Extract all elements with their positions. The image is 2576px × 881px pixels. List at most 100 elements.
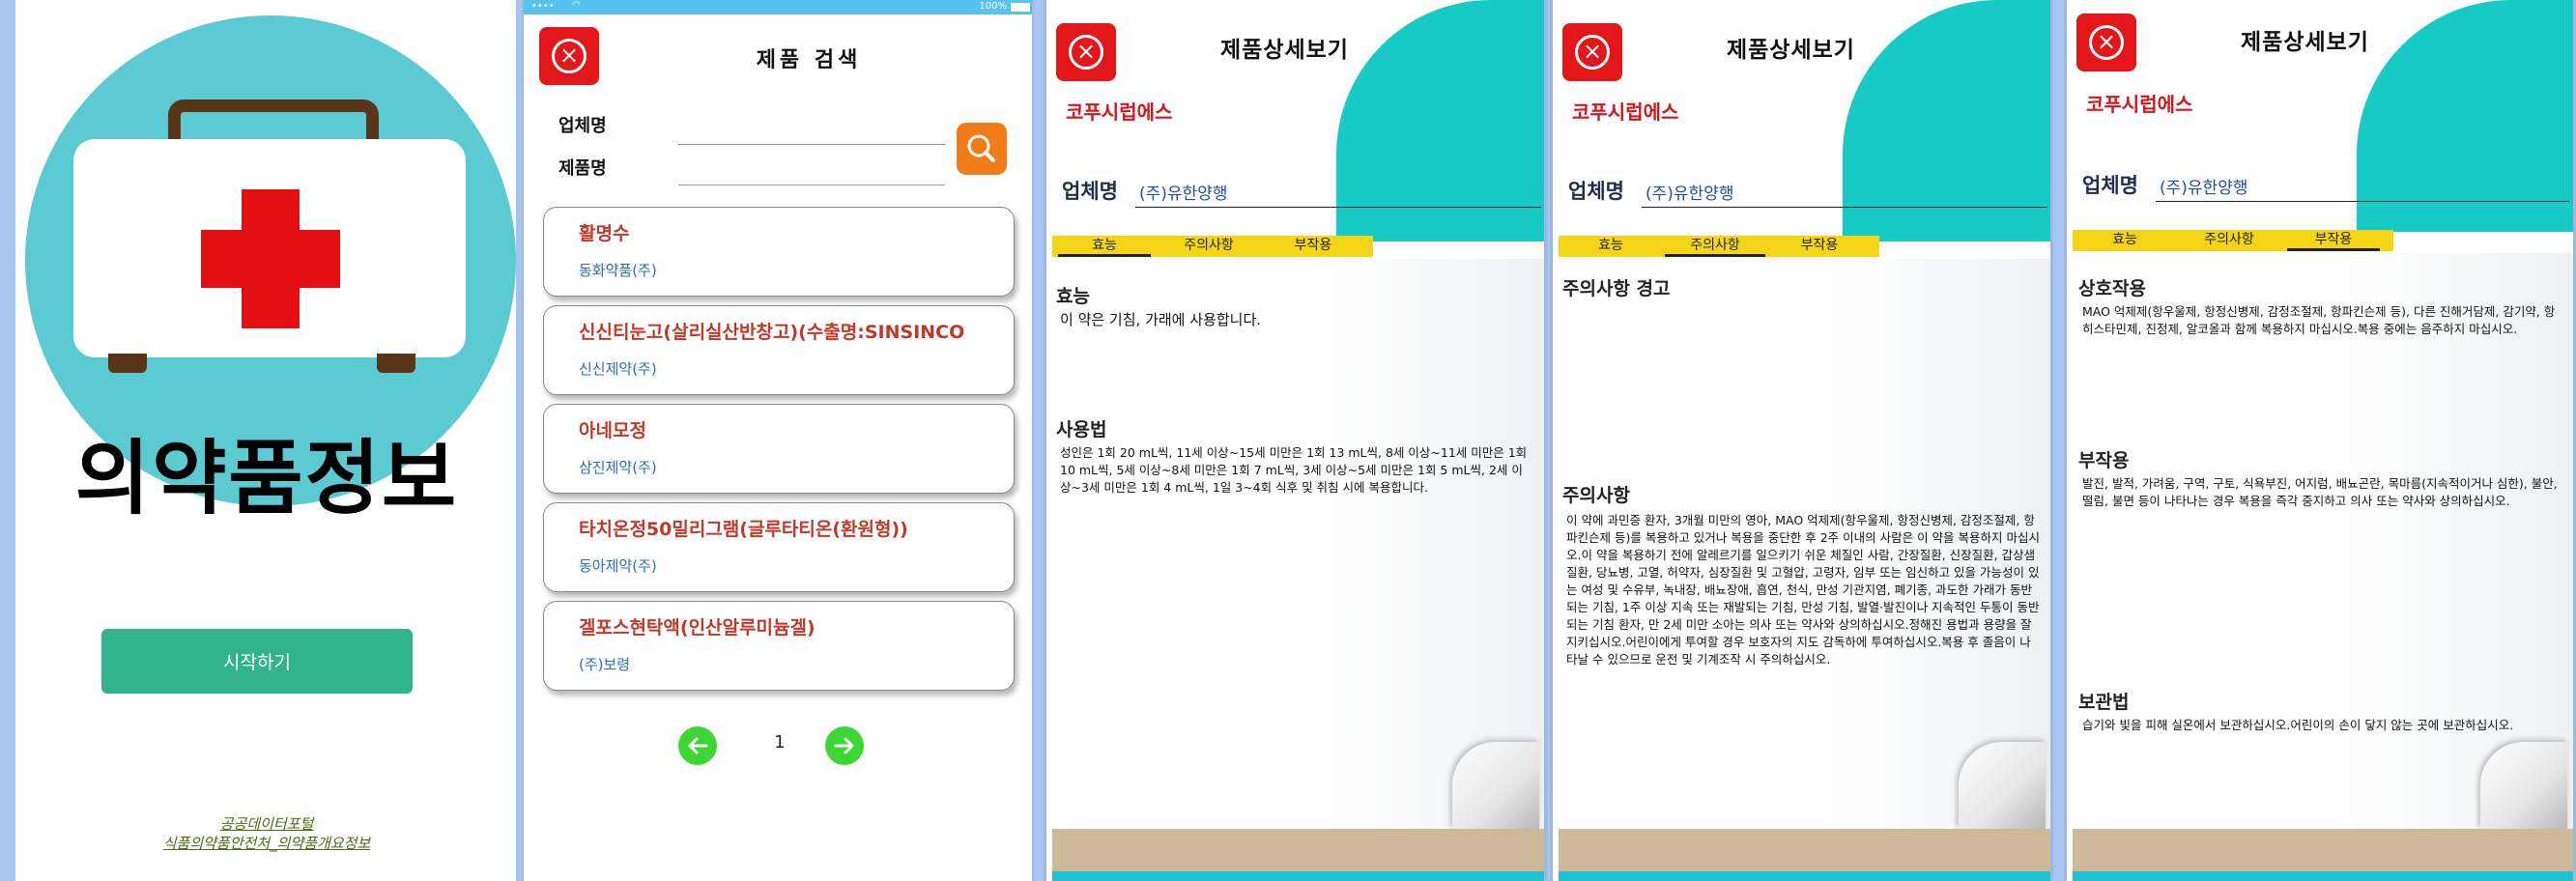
close-button[interactable]: × <box>1056 23 1116 81</box>
page-number: 1 <box>774 732 786 753</box>
page-title: 제품상세보기 <box>1727 38 1855 63</box>
section-heading: 보관법 <box>2078 692 2130 713</box>
product-name: 코푸시럽에스 <box>1066 100 1173 124</box>
tab-efficacy[interactable]: 효능 <box>2078 230 2171 251</box>
section-body: 발진, 발적, 가려움, 구역, 구토, 식욕부진, 어지럼, 배뇨곤란, 목마… <box>2082 476 2558 508</box>
result-name: 활명수 <box>579 223 630 244</box>
ground-strip <box>2073 871 2573 881</box>
section-heading: 상호작용 <box>2078 278 2146 299</box>
product-name: 코푸시럽에스 <box>2086 93 2193 116</box>
close-button[interactable]: × <box>539 27 599 85</box>
product-name: 코푸시럽에스 <box>1572 100 1679 124</box>
battery-icon <box>1011 3 1030 12</box>
tab-precautions[interactable]: 주의사항 <box>2179 230 2279 251</box>
result-card[interactable]: 활명수 동화약품(주) <box>543 207 1015 297</box>
splash-screen: 의약품정보 시작하기 공공데이터포털 식품의약품안전처_의약품개요정보 <box>10 0 516 881</box>
page-curl <box>2480 742 2567 829</box>
credit-portal-link[interactable]: 공공데이터포털 <box>15 813 516 834</box>
tab-precautions[interactable]: 주의사항 <box>1159 236 1259 257</box>
company-value: (주)유한양행 <box>2160 179 2248 198</box>
medkit-foot-left <box>108 354 147 373</box>
page-title: 제품상세보기 <box>2241 30 2369 55</box>
start-button[interactable]: 시작하기 <box>101 629 413 694</box>
section-body: 성인은 1회 20 mL씩, 11세 이상~15세 미만은 1회 13 mL씩,… <box>1060 445 1528 495</box>
credit-dataset-link[interactable]: 식품의약품안전처_의약품개요정보 <box>15 833 516 853</box>
detail-screen-precautions: × 제품상세보기 코푸시럽에스 업체명 (주)유한양행 효능 주의사항 부작용 … <box>1550 0 2053 881</box>
sand-strip <box>1052 829 1544 871</box>
close-button[interactable]: × <box>2076 14 2136 71</box>
product-input[interactable] <box>678 160 945 185</box>
close-icon: × <box>1069 35 1103 70</box>
section-heading: 효능 <box>1056 286 1090 307</box>
search-screen: •••• ◠ 100% × 제품 검색 업체명 제품명 활명수 동화약품(주) … <box>522 0 1034 881</box>
section-body: 이 약은 기침, 가래에 사용합니다. <box>1060 311 1262 328</box>
result-name: 신신티눈고(살리실산반창고)(수출명:SINSINCO <box>579 322 965 343</box>
company-value: (주)유한양행 <box>1139 185 1228 204</box>
close-icon: × <box>552 39 587 73</box>
tab-side-effects[interactable]: 부작용 <box>1267 236 1360 257</box>
result-firm: 동화약품(주) <box>579 262 657 279</box>
tab-side-effects[interactable]: 부작용 <box>2287 230 2380 251</box>
page-title: 제품 검색 <box>756 48 862 72</box>
section-heading: 주의사항 경고 <box>1562 278 1671 299</box>
company-underline <box>1135 207 1541 208</box>
tab-bar: 효능 주의사항 부작용 <box>1559 236 1879 257</box>
result-card[interactable]: 겔포스현탁액(인산알루미늄겔) (주)보령 <box>543 601 1015 691</box>
company-underline <box>2156 201 2569 202</box>
tab-efficacy[interactable]: 효능 <box>1058 236 1151 257</box>
tab-precautions[interactable]: 주의사항 <box>1665 236 1765 257</box>
teal-background <box>2357 0 2573 232</box>
company-label: 업체명 <box>558 116 607 136</box>
detail-paper <box>1052 259 1544 829</box>
close-button[interactable]: × <box>1562 23 1622 81</box>
section-body: 이 약에 과민증 환자, 3개월 미만의 영아, MAO 억제제(항우울제, 항… <box>1566 513 2040 667</box>
result-firm: 삼진제약(주) <box>579 459 657 476</box>
wifi-icon: ◠ <box>572 0 581 11</box>
company-label: 업체명 <box>1568 180 1624 203</box>
tab-efficacy[interactable]: 효능 <box>1564 236 1657 257</box>
section-heading: 주의사항 <box>1562 485 1630 506</box>
sand-strip <box>2073 829 2573 871</box>
result-card[interactable]: 타치온정50밀리그램(글루타티온(환원형)) 동아제약(주) <box>543 502 1015 592</box>
result-name: 겔포스현탁액(인산알루미늄겔) <box>579 617 816 639</box>
arrow-left-icon <box>688 737 708 754</box>
next-page-button[interactable] <box>825 726 864 765</box>
product-label: 제품명 <box>558 158 607 179</box>
medkit-foot-right <box>377 354 415 373</box>
company-label: 업체명 <box>1062 180 1118 203</box>
prev-page-button[interactable] <box>678 726 717 765</box>
arrow-right-icon <box>834 737 854 754</box>
section-body: MAO 억제제(항우울제, 항정신병제, 감정조절제, 항파킨슨제 등), 다른… <box>2082 304 2556 336</box>
page-curl <box>1959 742 2046 829</box>
page-curl <box>1452 742 1539 829</box>
result-name: 아네모정 <box>579 420 646 441</box>
sand-strip <box>1559 829 2050 871</box>
section-heading: 부작용 <box>2078 450 2130 471</box>
teal-background <box>1843 0 2050 242</box>
app-title: 의약품정보 <box>74 431 459 526</box>
result-firm: (주)보령 <box>579 656 631 673</box>
company-underline <box>1642 207 2047 208</box>
battery-text: 100% <box>979 1 1007 12</box>
company-label: 업체명 <box>2082 174 2138 197</box>
teal-background <box>1336 0 1544 242</box>
result-card[interactable]: 신신티눈고(살리실산반창고)(수출명:SINSINCO 신신제약(주) <box>543 305 1015 395</box>
status-bar: •••• ◠ 100% <box>524 0 1032 14</box>
close-icon: × <box>2089 25 2124 60</box>
red-cross-icon-bar <box>201 230 340 288</box>
result-firm: 동아제약(주) <box>579 557 657 575</box>
result-name: 타치온정50밀리그램(글루타티온(환원형)) <box>579 519 908 540</box>
page-title: 제품상세보기 <box>1220 38 1349 63</box>
detail-screen-efficacy: × 제품상세보기 코푸시럽에스 업체명 (주)유한양행 효능 주의사항 부작용 … <box>1044 0 1547 881</box>
close-icon: × <box>1575 35 1610 70</box>
ground-strip <box>1559 871 2050 881</box>
tab-side-effects[interactable]: 부작용 <box>1773 236 1866 257</box>
result-firm: 신신제약(주) <box>579 360 657 378</box>
search-icon <box>967 134 995 162</box>
search-button[interactable] <box>957 123 1007 175</box>
result-card[interactable]: 아네모정 삼진제약(주) <box>543 404 1015 494</box>
section-body: 습기와 빛을 피해 실온에서 보관하십시오.어린이의 손이 닿지 않는 곳에 보… <box>2082 718 2514 732</box>
section-heading: 사용법 <box>1056 419 1107 440</box>
company-input[interactable] <box>678 120 945 145</box>
signal-icon: •••• <box>531 1 555 12</box>
